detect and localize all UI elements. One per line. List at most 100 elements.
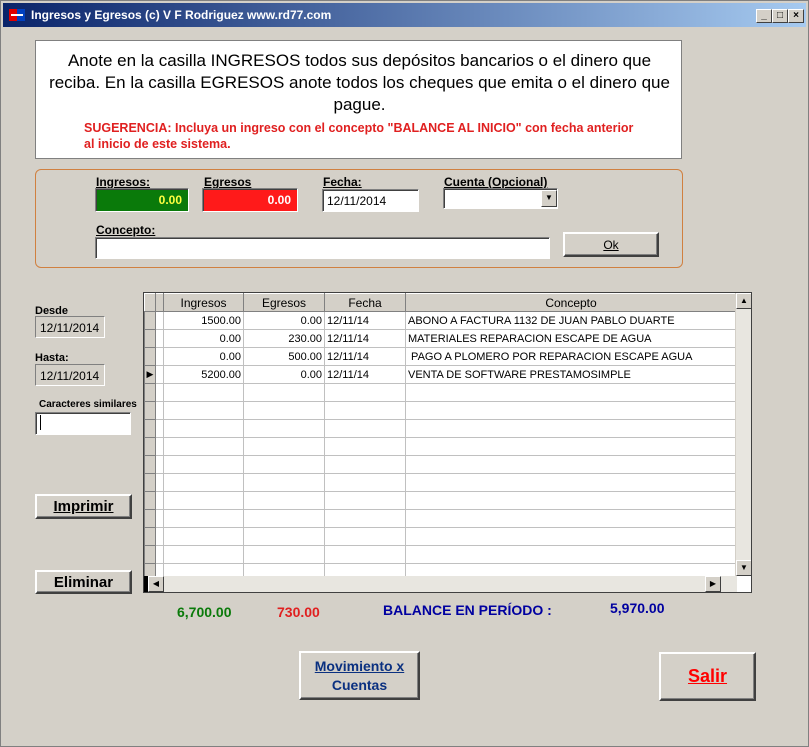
chevron-down-icon[interactable]: ▼: [541, 190, 557, 207]
column-header-egresos[interactable]: Egresos: [243, 293, 325, 312]
eliminar-button[interactable]: Eliminar: [35, 570, 132, 594]
grid-header-row: Ingresos Egresos Fecha Concepto: [144, 293, 737, 312]
column-header-fecha[interactable]: Fecha: [324, 293, 406, 312]
row-selector: [144, 419, 156, 438]
desde-input[interactable]: 12/11/2014: [35, 316, 105, 338]
cell-egresos[interactable]: 0.00: [243, 365, 325, 384]
table-cell-spacer: [155, 311, 164, 330]
cell-ingresos[interactable]: 1500.00: [163, 311, 244, 330]
row-selector: [144, 401, 156, 420]
empty-cell: [155, 401, 164, 420]
row-selector[interactable]: [144, 311, 156, 330]
movements-grid[interactable]: Ingresos Egresos Fecha Concepto 1500.00 …: [143, 292, 752, 593]
scroll-up-icon[interactable]: ▲: [736, 293, 751, 309]
empty-cell: [243, 527, 325, 546]
balance-label: BALANCE EN PERÍODO :: [383, 602, 552, 618]
close-button[interactable]: ×: [788, 9, 804, 23]
total-egresos: 730.00: [277, 604, 320, 620]
cell-ingresos[interactable]: 0.00: [163, 329, 244, 348]
fecha-input[interactable]: 12/11/2014: [322, 189, 419, 212]
column-header-ingresos[interactable]: Ingresos: [163, 293, 244, 312]
empty-cell: [324, 401, 406, 420]
instructions-box: Anote en la casilla INGRESOS todos sus d…: [35, 40, 682, 159]
egresos-input[interactable]: 0.00: [202, 188, 298, 212]
empty-cell: [155, 437, 164, 456]
scroll-down-icon[interactable]: ▼: [736, 560, 751, 576]
empty-cell: [324, 455, 406, 474]
row-selector: [144, 455, 156, 474]
imprimir-button[interactable]: Imprimir: [35, 494, 132, 519]
concepto-input[interactable]: [95, 237, 550, 259]
cell-fecha[interactable]: 12/11/14: [324, 311, 406, 330]
cell-concepto[interactable]: VENTA DE SOFTWARE PRESTAMOSIMPLE: [405, 365, 737, 384]
scroll-right-icon[interactable]: ▶: [705, 576, 721, 592]
salir-button[interactable]: Salir: [659, 652, 756, 701]
cell-concepto[interactable]: ABONO A FACTURA 1132 DE JUAN PABLO DUART…: [405, 311, 737, 330]
empty-row: [144, 509, 737, 528]
empty-row: [144, 419, 737, 438]
cell-concepto[interactable]: MATERIALES REPARACION ESCAPE DE AGUA: [405, 329, 737, 348]
column-header-concepto[interactable]: Concepto: [405, 293, 737, 312]
empty-cell: [163, 527, 244, 546]
cell-ingresos[interactable]: 5200.00: [163, 365, 244, 384]
empty-cell: [155, 509, 164, 528]
cell-egresos[interactable]: 500.00: [243, 347, 325, 366]
scroll-left-icon[interactable]: ◀: [148, 576, 164, 592]
empty-cell: [243, 455, 325, 474]
empty-cell: [405, 419, 737, 438]
empty-cell: [155, 419, 164, 438]
cell-concepto[interactable]: PAGO A PLOMERO POR REPARACION ESCAPE AGU…: [405, 347, 737, 366]
app-icon: [9, 9, 25, 21]
row-selector[interactable]: [144, 347, 156, 366]
cell-egresos[interactable]: 230.00: [243, 329, 325, 348]
row-selector: [144, 473, 156, 492]
empty-cell: [163, 383, 244, 402]
title-bar[interactable]: Ingresos y Egresos (c) V F Rodriguez www…: [3, 3, 806, 27]
table-cell-spacer: [155, 365, 164, 384]
empty-cell: [155, 455, 164, 474]
similar-input[interactable]: [35, 412, 131, 435]
empty-cell: [405, 491, 737, 510]
empty-cell: [324, 509, 406, 528]
empty-cell: [163, 545, 244, 564]
row-selector-header: [144, 293, 156, 312]
table-row[interactable]: ▶ 5200.00 0.00 12/11/14 VENTA DE SOFTWAR…: [144, 365, 737, 384]
cell-fecha[interactable]: 12/11/14: [324, 329, 406, 348]
ok-button[interactable]: Ok: [563, 232, 659, 257]
empty-cell: [163, 419, 244, 438]
cell-fecha[interactable]: 12/11/14: [324, 347, 406, 366]
table-cell-spacer: [155, 329, 164, 348]
row-selector: [144, 545, 156, 564]
empty-cell: [324, 473, 406, 492]
cell-egresos[interactable]: 0.00: [243, 311, 325, 330]
empty-cell: [155, 491, 164, 510]
cuenta-select[interactable]: ▼: [443, 188, 558, 209]
horizontal-scrollbar[interactable]: ◀ ▶: [144, 576, 737, 592]
empty-row: [144, 383, 737, 402]
empty-cell: [405, 527, 737, 546]
movimiento-line1: Movimiento x: [314, 658, 405, 674]
cuenta-label: Cuenta (Opcional): [444, 175, 548, 189]
total-ingresos: 6,700.00: [177, 604, 232, 620]
table-row[interactable]: 1500.00 0.00 12/11/14 ABONO A FACTURA 11…: [144, 311, 737, 330]
cell-fecha[interactable]: 12/11/14: [324, 365, 406, 384]
current-row-indicator[interactable]: ▶: [144, 365, 156, 384]
cell-ingresos[interactable]: 0.00: [163, 347, 244, 366]
row-selector[interactable]: [144, 329, 156, 348]
empty-cell: [243, 473, 325, 492]
empty-row: [144, 491, 737, 510]
movimiento-cuentas-button[interactable]: Movimiento x Cuentas: [299, 651, 420, 700]
minimize-button[interactable]: _: [756, 9, 772, 23]
table-cell-spacer: [155, 347, 164, 366]
empty-row: [144, 437, 737, 456]
ingresos-input[interactable]: 0.00: [95, 188, 189, 212]
empty-cell: [155, 473, 164, 492]
empty-cell: [405, 455, 737, 474]
table-row[interactable]: 0.00 500.00 12/11/14 PAGO A PLOMERO POR …: [144, 347, 737, 366]
maximize-button[interactable]: □: [772, 9, 788, 23]
concepto-label: Concepto:: [96, 223, 156, 237]
hasta-input[interactable]: 12/11/2014: [35, 364, 105, 386]
ingresos-label: Ingresos:: [96, 175, 151, 189]
table-row[interactable]: 0.00 230.00 12/11/14 MATERIALES REPARACI…: [144, 329, 737, 348]
vertical-scrollbar[interactable]: ▲ ▼: [735, 293, 751, 576]
